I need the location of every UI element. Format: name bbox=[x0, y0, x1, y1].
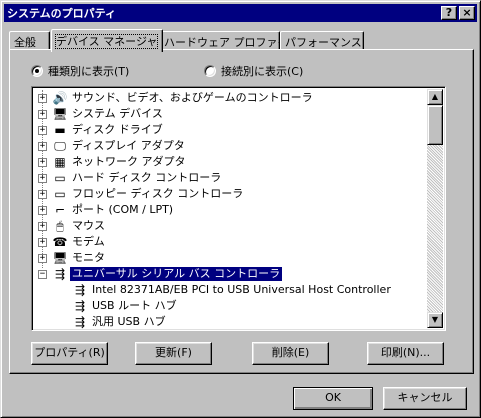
tab-device-manager[interactable]: デバイス マネージャ bbox=[51, 29, 163, 52]
view-by-connection-radio[interactable]: 接続別に表示(C) bbox=[204, 63, 303, 79]
tree-item-label: ネットワーク アダプタ bbox=[72, 155, 186, 168]
radio-indicator bbox=[204, 65, 216, 77]
vertical-scrollbar[interactable]: ▲ ▼ bbox=[427, 89, 443, 328]
tree-row[interactable]: + ☎ モデム bbox=[36, 234, 426, 250]
tree-row[interactable]: + 🖥 モニタ bbox=[36, 250, 426, 266]
expand-icon[interactable]: + bbox=[38, 158, 47, 167]
scroll-down-button[interactable]: ▼ bbox=[427, 312, 443, 328]
hdd-controller-icon: ▭ bbox=[54, 171, 66, 185]
tree-item-label: ディスク ドライブ bbox=[72, 123, 163, 136]
close-button[interactable]: × bbox=[459, 6, 475, 20]
title-bar[interactable]: システムのプロパティ ? × bbox=[4, 4, 477, 22]
cancel-button[interactable]: キャンセル bbox=[383, 387, 467, 410]
tab-general[interactable]: 全般 bbox=[9, 31, 50, 50]
tree-child-row[interactable]: ⇶ Intel 82371AB/EB PCI to USB Universal H… bbox=[36, 282, 426, 298]
tab-hardware-profiles[interactable]: ハードウェア プロファイル bbox=[159, 31, 300, 50]
expand-icon[interactable]: + bbox=[38, 110, 47, 119]
expand-icon[interactable]: + bbox=[38, 126, 47, 135]
usb-icon: ⇶ bbox=[74, 283, 86, 297]
system-properties-window: システムのプロパティ ? × 全般 デバイス マネージャ ハードウェア プロファ… bbox=[0, 0, 481, 418]
tree-item-label: システム デバイス bbox=[72, 107, 163, 120]
monitor-icon: 🖥 bbox=[52, 251, 68, 265]
properties-button[interactable]: プロパティ(R) bbox=[31, 342, 108, 365]
collapse-icon[interactable]: − bbox=[38, 270, 47, 279]
usb-icon: ⇶ bbox=[54, 267, 66, 281]
device-tree-rows: + 🔊 サウンド、ビデオ、およびゲームのコントローラ + 🖥 システム デバイス + ▬ ディス… bbox=[36, 90, 426, 330]
tree-row[interactable]: + ▦ ネットワーク アダプタ bbox=[36, 154, 426, 170]
tree-row[interactable]: + 🖵 ディスプレイ アダプタ bbox=[36, 138, 426, 154]
tree-row[interactable]: + ▭ ハード ディスク コントローラ bbox=[36, 170, 426, 186]
expand-icon[interactable]: + bbox=[38, 238, 47, 247]
tree-item-label: マウス bbox=[72, 219, 105, 232]
expand-icon[interactable]: + bbox=[38, 190, 47, 199]
tree-child-label: 汎用 USB ハブ bbox=[92, 315, 166, 328]
print-button[interactable]: 印刷(N)... bbox=[367, 342, 444, 365]
expand-icon[interactable]: + bbox=[38, 94, 47, 103]
scroll-thumb[interactable] bbox=[427, 105, 443, 145]
tree-row[interactable]: + 🖱 マウス bbox=[36, 218, 426, 234]
modem-icon: ☎ bbox=[52, 235, 68, 249]
tree-child-label: Intel 82371AB/EB PCI to USB Universal Ho… bbox=[92, 283, 391, 296]
tab-performance[interactable]: パフォーマンス bbox=[280, 31, 364, 50]
tree-row[interactable]: − ⇶ ユニバーサル シリアル バス コントローラ bbox=[36, 266, 426, 282]
tree-item-label: モデム bbox=[72, 235, 105, 248]
tree-item-label: モニタ bbox=[72, 251, 105, 264]
tree-child-row[interactable]: ⇶ 汎用 USB ハブ bbox=[36, 314, 426, 330]
tree-child-row[interactable]: ⇶ USB ルート ハブ bbox=[36, 298, 426, 314]
view-by-type-radio[interactable]: 種類別に表示(T) bbox=[31, 63, 129, 79]
port-icon: ⌐ bbox=[54, 203, 66, 217]
window-title: システムのプロパティ bbox=[7, 7, 117, 20]
remove-button[interactable]: 削除(E) bbox=[252, 342, 329, 365]
tree-item-label: ディスプレイ アダプタ bbox=[72, 139, 185, 152]
tree-item-label: ユニバーサル シリアル バス コントローラ bbox=[68, 266, 284, 282]
speaker-icon: 🔊 bbox=[52, 91, 68, 105]
computer-icon: 🖥 bbox=[52, 107, 68, 121]
radio-selected-indicator bbox=[31, 65, 43, 77]
mouse-icon: 🖱 bbox=[56, 219, 64, 233]
tree-child-label: USB ルート ハブ bbox=[92, 299, 177, 312]
expand-icon[interactable]: + bbox=[38, 206, 47, 215]
tree-item-label: ハード ディスク コントローラ bbox=[72, 171, 222, 184]
expand-icon[interactable]: + bbox=[38, 254, 47, 263]
tree-item-label: フロッピー ディスク コントローラ bbox=[72, 187, 244, 200]
expand-icon[interactable]: + bbox=[38, 174, 47, 183]
help-button[interactable]: ? bbox=[441, 6, 457, 20]
device-tree[interactable]: + 🔊 サウンド、ビデオ、およびゲームのコントローラ + 🖥 システム デバイス + ▬ ディス… bbox=[31, 86, 446, 331]
refresh-button[interactable]: 更新(F) bbox=[135, 342, 212, 365]
tree-item-label: サウンド、ビデオ、およびゲームのコントローラ bbox=[72, 91, 313, 104]
display-adapter-icon: 🖵 bbox=[54, 139, 66, 153]
tree-row[interactable]: + ▬ ディスク ドライブ bbox=[36, 122, 426, 138]
tree-row[interactable]: + ▭ フロッピー ディスク コントローラ bbox=[36, 186, 426, 202]
ok-button[interactable]: OK bbox=[293, 387, 373, 410]
network-card-icon: ▦ bbox=[54, 155, 66, 169]
tree-item-label: ポート (COM / LPT) bbox=[72, 203, 174, 216]
tree-row[interactable]: + 🔊 サウンド、ビデオ、およびゲームのコントローラ bbox=[36, 90, 426, 106]
usb-icon: ⇶ bbox=[74, 315, 86, 329]
tree-row[interactable]: + 🖥 システム デバイス bbox=[36, 106, 426, 122]
expand-icon[interactable]: + bbox=[38, 222, 47, 231]
expand-icon[interactable]: + bbox=[38, 142, 47, 151]
scroll-up-button[interactable]: ▲ bbox=[427, 89, 443, 105]
tree-row[interactable]: + ⌐ ポート (COM / LPT) bbox=[36, 202, 426, 218]
usb-icon: ⇶ bbox=[74, 299, 86, 313]
disk-drive-icon: ▬ bbox=[54, 123, 66, 137]
floppy-controller-icon: ▭ bbox=[54, 187, 66, 201]
